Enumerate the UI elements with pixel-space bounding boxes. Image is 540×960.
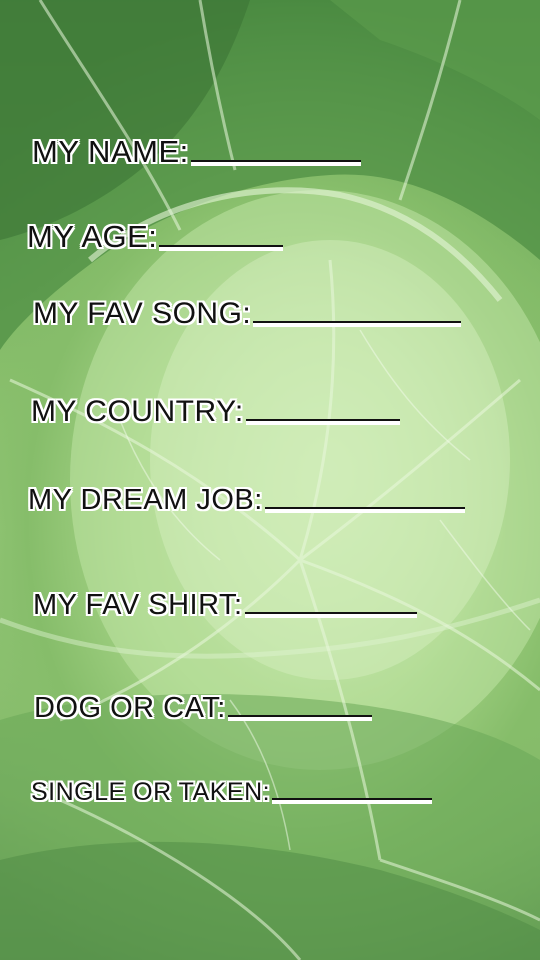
field-label: MY FAV SONG: [33,297,252,330]
field-row-my-country: MY COUNTRY: [31,395,400,429]
field-row-single-or-taken: SINGLE OR TAKEN: [31,778,433,807]
field-label: MY COUNTRY: [31,395,244,428]
blank-line [190,160,361,162]
field-label: SINGLE OR TAKEN: [31,778,271,806]
field-row-my-age: MY AGE: [27,219,284,255]
field-label: MY AGE: [27,219,158,254]
blank-line [272,798,433,800]
blank-line [227,715,372,717]
field-label: MY DREAM JOB: [28,484,263,516]
blank-line [159,245,284,247]
field-row-my-name: MY NAME: [32,134,361,170]
field-row-my-fav-song: MY FAV SONG: [33,297,462,331]
blank-line [245,419,400,421]
field-label: MY NAME: [32,134,189,169]
blank-line [264,507,465,509]
cabbage-background: MY NAME: MY AGE: MY FAV SONG: MY COUNTRY… [0,0,540,960]
blank-line [253,321,462,323]
field-label: MY FAV SHIRT: [33,589,243,621]
field-label: DOG OR CAT: [34,692,226,724]
blank-line [244,612,417,614]
field-row-my-dream-job: MY DREAM JOB: [28,484,465,517]
field-row-dog-or-cat: DOG OR CAT: [34,692,372,725]
field-row-my-fav-shirt: MY FAV SHIRT: [33,589,417,622]
